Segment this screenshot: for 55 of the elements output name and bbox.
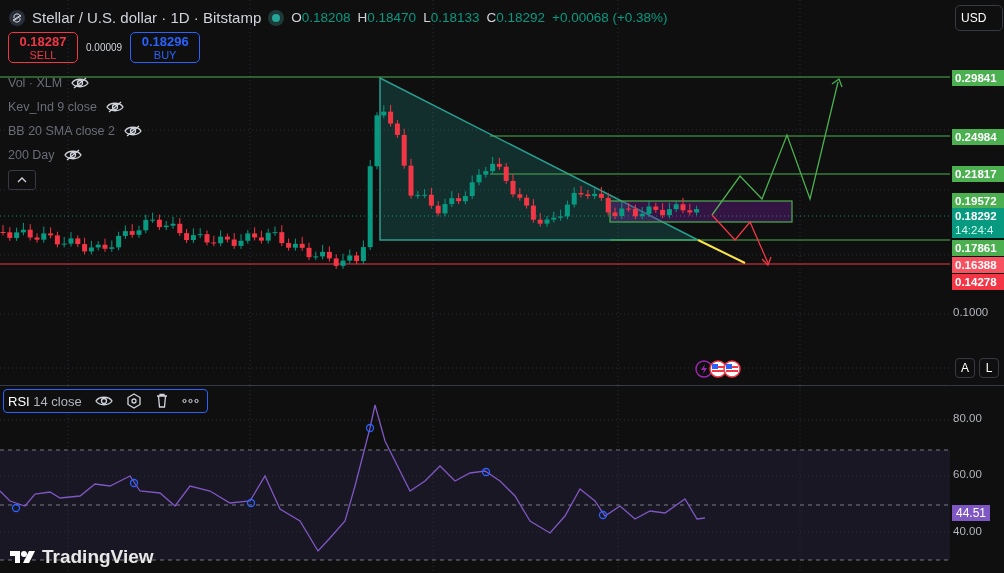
trend-line	[697, 239, 746, 264]
spread-value: 0.00009	[86, 42, 123, 53]
price-label: 0.16388	[952, 257, 1004, 273]
price-label: 0.17861	[952, 240, 1004, 256]
price-label: 0.24984	[952, 129, 1004, 145]
scale-button[interactable]: A	[955, 358, 975, 378]
price-label: 0.18292 14:24:4	[952, 208, 1004, 238]
scale-button[interactable]: L	[979, 358, 999, 378]
eye-icon[interactable]	[94, 394, 113, 408]
price-label: 0.14278	[952, 274, 1004, 290]
settings-icon[interactable]	[125, 393, 142, 409]
price-label: 0.29841	[952, 70, 1004, 86]
rsi-value-label: 44.51	[952, 505, 991, 521]
trash-icon[interactable]	[154, 393, 169, 409]
indicator-label: Kev_Ind 9 close	[8, 99, 97, 114]
flag-icon	[723, 360, 741, 378]
coin-logo-icon	[9, 9, 25, 26]
axis-tick-label: 40.00	[953, 525, 982, 537]
ohlc-value: L0.18133	[423, 10, 480, 25]
ohlc-value: C0.18292	[486, 10, 545, 25]
down-arrow	[711, 214, 772, 267]
collapse-button[interactable]	[8, 170, 36, 190]
ohlc-value: H0.18470	[357, 10, 417, 25]
flag-icon	[709, 360, 727, 378]
symbol-title: Stellar / U.S. dollar · 1D · Bitstamp	[32, 9, 262, 26]
indicator-label: 200 Day	[8, 147, 55, 162]
more-icon[interactable]	[181, 398, 199, 404]
caret-up-icon	[17, 177, 27, 183]
axis-tick-label: 0.1000	[953, 306, 989, 318]
indicator-label: RSI 14 close	[8, 393, 82, 409]
sell-button[interactable]: 0.18287 SELL	[8, 32, 78, 63]
currency-button[interactable]: USD	[955, 5, 1003, 31]
divergence-marker	[129, 478, 139, 488]
divergence-marker	[365, 423, 375, 433]
divergence-marker	[481, 467, 491, 477]
price-label: 0.21817	[952, 166, 1004, 182]
axis-tick-label: 60.00	[953, 468, 982, 480]
axis-tick-label: 80.00	[953, 412, 982, 424]
divergence-marker	[598, 510, 608, 520]
price-label: 0.19572	[952, 193, 1004, 209]
divergence-marker	[11, 503, 21, 513]
indicator-label: BB 20 SMA close 2	[8, 123, 115, 138]
ohlc-value: O0.18208	[291, 10, 351, 25]
divergence-marker	[246, 498, 256, 508]
eye-crossed-icon[interactable]	[105, 99, 124, 114]
eye-crossed-icon[interactable]	[63, 147, 82, 162]
buy-button[interactable]: 0.18296 BUY	[130, 32, 201, 63]
brand-name: TradingView	[42, 546, 154, 568]
indicator-label: Vol · XLM	[8, 75, 63, 90]
eye-crossed-icon[interactable]	[124, 123, 142, 138]
eye-crossed-icon[interactable]	[71, 75, 90, 90]
rsi-legend[interactable]: RSI 14 close	[3, 389, 208, 413]
price-change: +0.00068 (+0.38%)	[552, 10, 668, 25]
lightning-icon	[695, 360, 713, 378]
brand-logo-icon	[10, 549, 36, 565]
